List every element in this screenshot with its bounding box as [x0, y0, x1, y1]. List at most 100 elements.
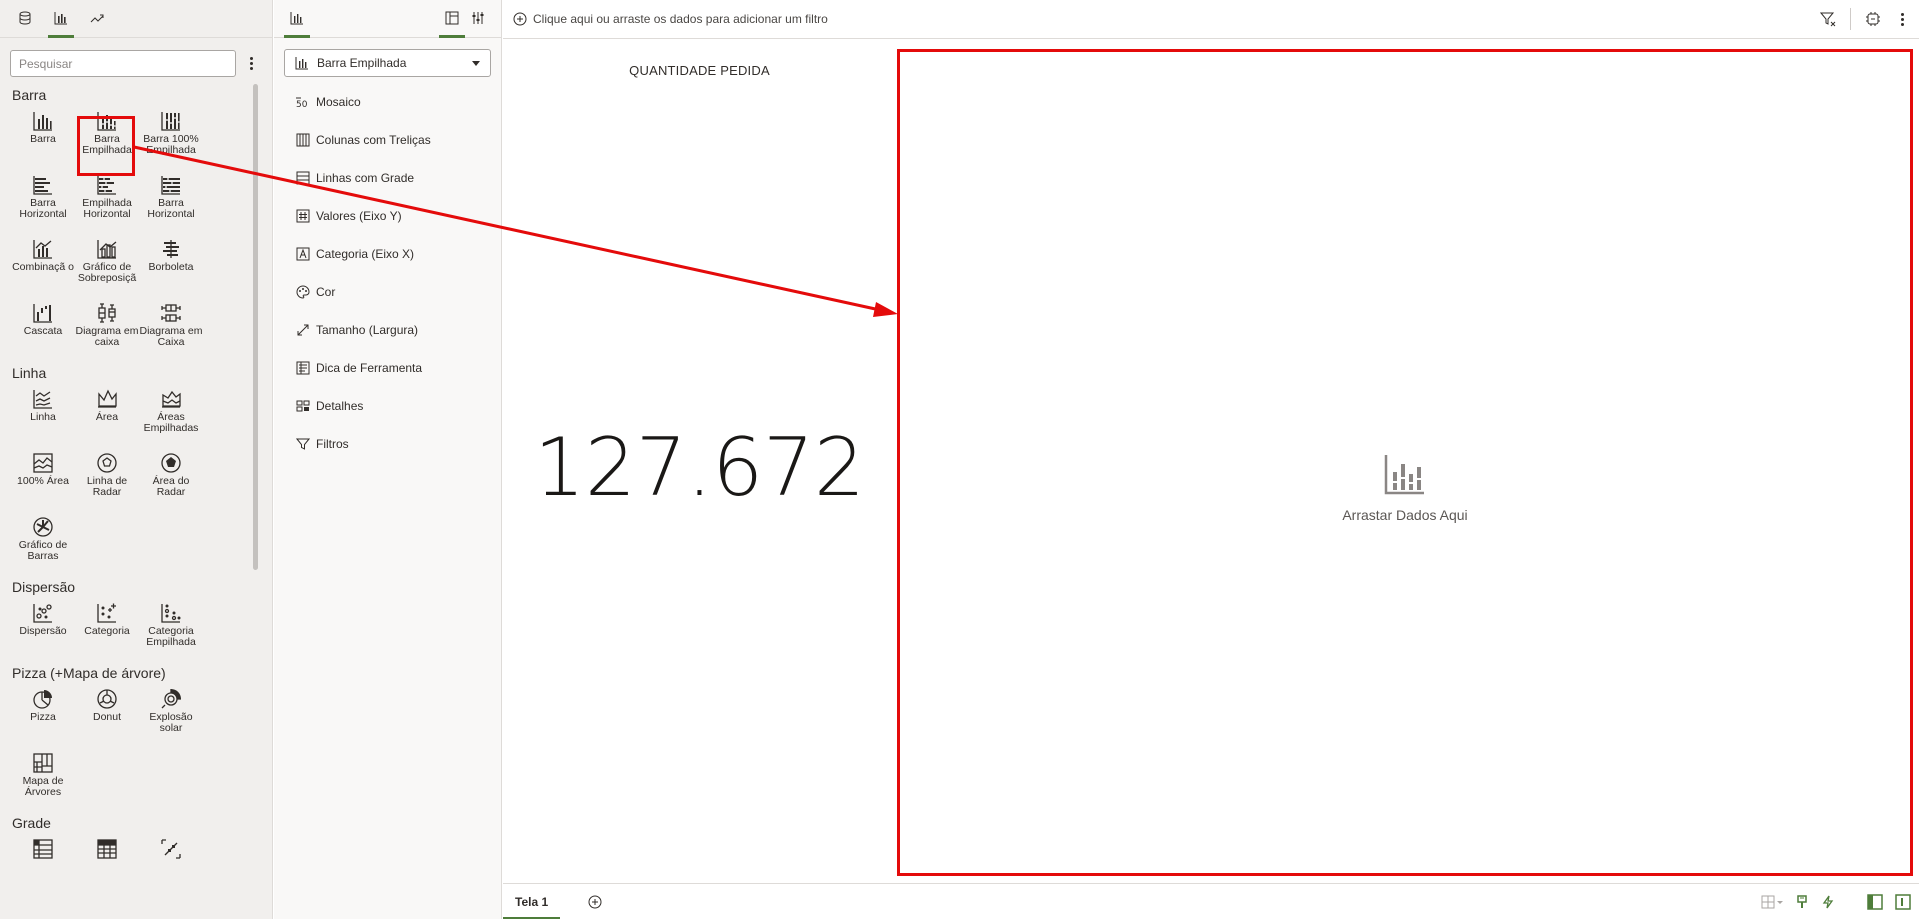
viz-item-horizontal-bar[interactable]: Barra Horizontal	[11, 170, 75, 234]
viz-item-sunburst[interactable]: Explosão solar	[139, 684, 203, 748]
viz-grammar-tab[interactable]	[284, 0, 310, 38]
palette-icon	[296, 285, 310, 299]
sliders-icon	[472, 12, 484, 24]
viz-item-treemap[interactable]: Mapa de Árvores	[11, 748, 75, 812]
viz-item-combo[interactable]: Combinaçã o	[11, 234, 75, 298]
left-panel-scrollbar[interactable]	[253, 84, 258, 570]
viz-item-boxplot-horizontal[interactable]: Diagrama em Caixa	[139, 298, 203, 362]
viz-item-scatter[interactable]: Dispersão	[11, 598, 75, 662]
viz-item-stacked-bar[interactable]: Barra Empilhada	[75, 106, 139, 170]
viz-item-radar-area[interactable]: Área do Radar	[139, 448, 203, 512]
viz-item-pie[interactable]: Pizza	[11, 684, 75, 748]
viz-item-boxplot[interactable]: Diagrama em caixa	[75, 298, 139, 362]
analytics-tab[interactable]	[84, 0, 110, 37]
chevron-down-icon	[472, 60, 480, 66]
trellis-icon: 50	[296, 97, 308, 109]
viz-item-stacked-area[interactable]: Áreas Empilhadas	[139, 384, 203, 448]
viz-item-overlay[interactable]: Gráfico de Sobreposiçã	[75, 234, 139, 298]
viz-group-title: Linha	[12, 365, 47, 381]
grammar-tab[interactable]	[439, 0, 465, 38]
hash-icon	[296, 209, 310, 223]
grammar-row-trellis[interactable]: 50 Mosaico	[274, 83, 501, 121]
add-filter-area[interactable]: Clique aqui ou arraste os dados para adi…	[513, 12, 828, 26]
viz-item-horizontal-bar-100[interactable]: Barra Horizontal	[139, 170, 203, 234]
viz-group-grid: Dispersão Categoria Categoria Empilhada	[0, 598, 253, 662]
viz-item-radar-line[interactable]: Linha de Radar	[75, 448, 139, 512]
grammar-row-letter-a[interactable]: Categoria (Eixo X)	[274, 235, 501, 273]
bar-icon	[33, 112, 52, 131]
viz-item-line[interactable]: Linha	[11, 384, 75, 448]
viz-item-bar-100-stacked[interactable]: Barra 100% Empilhada	[139, 106, 203, 170]
viz-item-label: Barra	[30, 133, 56, 145]
stacked-category-icon	[161, 604, 181, 623]
viz-item-label: Barra Horizontal	[19, 197, 67, 220]
grammar-row-trellis-columns[interactable]: Colunas com Treliças	[274, 121, 501, 159]
stacked-bar-icon	[295, 57, 308, 70]
canvas-tabs-bar: Tela 1	[503, 883, 1919, 919]
viz-item-waterfall[interactable]: Cascata	[11, 298, 75, 362]
viz-item-butterfly[interactable]: Borboleta	[139, 234, 203, 298]
more-options-icon[interactable]	[244, 54, 258, 74]
visualizations-tab[interactable]	[48, 0, 74, 38]
svg-text:50: 50	[296, 100, 308, 109]
database-icon	[19, 11, 31, 25]
viz-item-area[interactable]: Área	[75, 384, 139, 448]
grammar-row-palette[interactable]: Cor	[274, 273, 501, 311]
viz-item-heatmap[interactable]	[139, 834, 203, 898]
add-canvas-button[interactable]	[588, 895, 602, 909]
grammar-panel-tabs	[274, 0, 501, 38]
viz-item-label: Barra 100% Empilhada	[143, 133, 199, 156]
viz-item-label: Cascata	[23, 325, 63, 337]
right-panel-toggle-icon[interactable]	[1895, 894, 1911, 910]
grammar-row-hash[interactable]: Valores (Eixo Y)	[274, 197, 501, 235]
grammar-row-filter[interactable]: Filtros	[274, 425, 501, 463]
grammar-row-resize[interactable]: Tamanho (Largura)	[274, 311, 501, 349]
trellis-rows-icon	[296, 171, 310, 185]
stacked-bar-icon	[97, 112, 116, 131]
treemap-icon	[33, 753, 53, 773]
viz-type-select[interactable]: Barra Empilhada	[284, 49, 491, 77]
filter-bar-more-icon[interactable]	[1895, 9, 1909, 29]
drop-zone[interactable]: Arrastar Dados Aqui	[897, 49, 1913, 876]
filter-icon	[296, 438, 310, 450]
data-tab[interactable]	[12, 0, 38, 37]
viz-item-label: Área do Radar	[152, 475, 190, 498]
pie-icon	[33, 690, 52, 709]
details-icon	[296, 400, 310, 412]
lightning-icon[interactable]	[1821, 895, 1835, 909]
grammar-row-label: Linhas com Grade	[316, 171, 415, 185]
viz-group-grid	[0, 834, 253, 898]
viz-item-category-scatter[interactable]: Categoria	[75, 598, 139, 662]
grammar-row-details[interactable]: Detalhes	[274, 387, 501, 425]
grammar-row-label: Mosaico	[316, 95, 361, 109]
viz-item-area-100[interactable]: 100% Área	[11, 448, 75, 512]
viz-item-donut[interactable]: Donut	[75, 684, 139, 748]
canvas: QUANTIDADE PEDIDA 127.672 Arrastar Dados…	[503, 40, 1919, 883]
grammar-row-tooltip[interactable]: Dica de Ferramenta	[274, 349, 501, 387]
viz-item-pivot[interactable]	[11, 834, 75, 898]
viz-item-table[interactable]	[75, 834, 139, 898]
properties-tab[interactable]	[465, 0, 491, 37]
table-icon	[97, 839, 117, 859]
bar-chart-icon	[54, 12, 67, 25]
viz-item-label: Áreas Empilhadas	[143, 411, 199, 434]
viz-item-radar-bar[interactable]: Gráfico de Barras	[11, 512, 75, 576]
canvas-tab[interactable]: Tela 1	[503, 884, 561, 919]
viz-item-label: Dispersão	[19, 625, 67, 637]
butterfly-icon	[163, 240, 179, 258]
viz-item-stacked-category[interactable]: Categoria Empilhada	[139, 598, 203, 662]
add-circle-icon	[588, 895, 602, 908]
grammar-panel: Barra Empilhada 50 Mosaico Colunas com Tre…	[274, 0, 502, 919]
horizontal-bar-100-icon	[161, 176, 180, 195]
grammar-row-trellis-rows[interactable]: Linhas com Grade	[274, 159, 501, 197]
viz-item-bar[interactable]: Barra	[11, 106, 75, 170]
left-panel-toggle-icon[interactable]	[1867, 894, 1883, 910]
grammar-row-label: Tamanho (Largura)	[316, 323, 419, 337]
viz-item-horizontal-stacked[interactable]: Empilhada Horizontal	[75, 170, 139, 234]
search-input[interactable]	[10, 50, 236, 77]
auto-apply-icon[interactable]	[1865, 11, 1881, 27]
brush-icon[interactable]	[1795, 895, 1809, 909]
grammar-row-label: Colunas com Treliças	[316, 133, 431, 147]
grid-layout-icon[interactable]	[1761, 895, 1783, 909]
filter-settings-icon[interactable]	[1820, 11, 1836, 27]
